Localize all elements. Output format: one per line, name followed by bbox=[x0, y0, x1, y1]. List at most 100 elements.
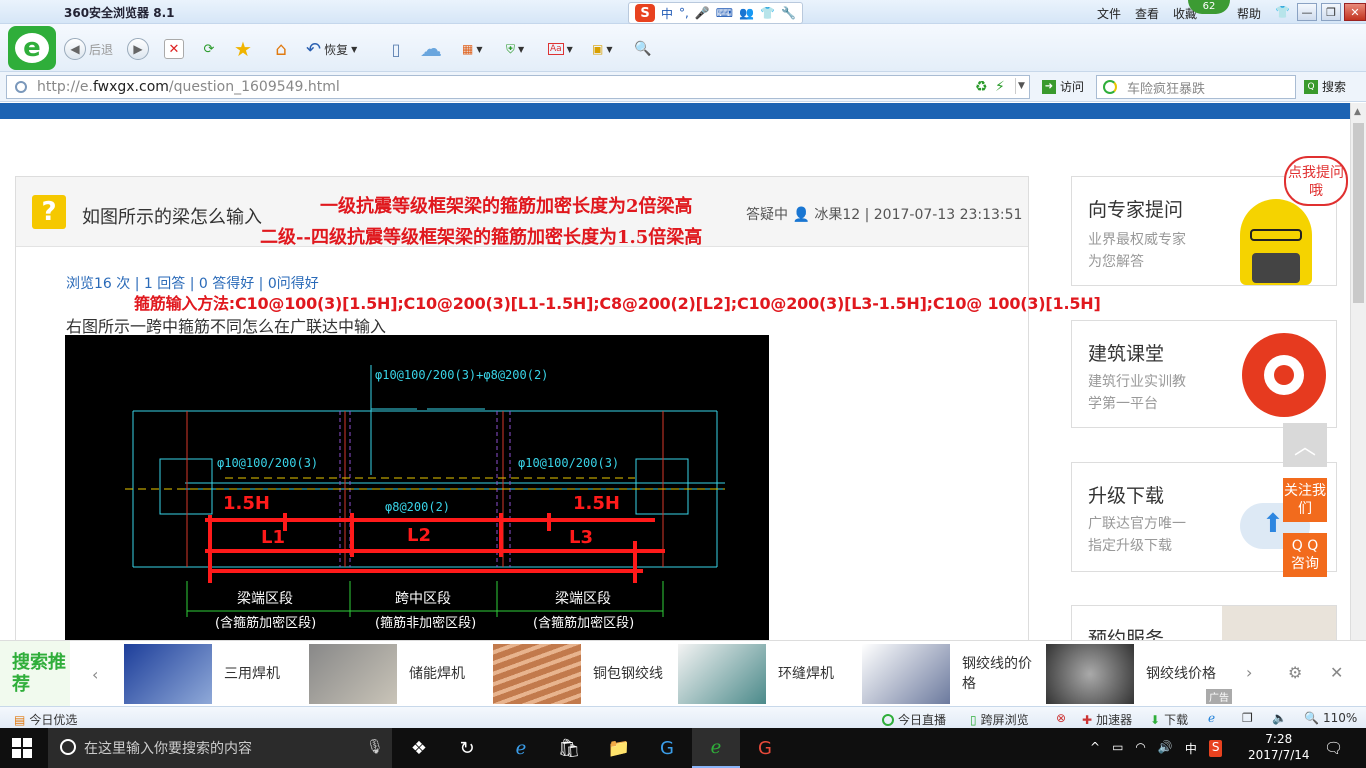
file-explorer-icon[interactable]: 📁 bbox=[595, 728, 643, 768]
find-button[interactable]: 🔍 bbox=[634, 38, 651, 60]
scroll-thumb[interactable] bbox=[1353, 123, 1364, 303]
search-placeholder: 车险疯狂暴跌 bbox=[1127, 81, 1206, 97]
recommend-thumb bbox=[309, 644, 397, 704]
windows-start-icon[interactable] bbox=[12, 738, 32, 758]
search-input[interactable]: 车险疯狂暴跌 bbox=[1096, 75, 1296, 99]
sogou-icon[interactable]: S bbox=[635, 4, 655, 22]
close-button[interactable]: ✕ bbox=[1344, 3, 1366, 21]
glodon-app-2-icon[interactable]: G bbox=[741, 728, 789, 768]
recommend-item[interactable]: 环缝焊机 bbox=[678, 641, 848, 707]
recommend-item[interactable]: 铜包钢绞线 bbox=[493, 641, 663, 707]
back-button[interactable]: ◀ 后退 bbox=[64, 38, 113, 60]
ask-bubble-text: 点我提问哦 bbox=[1288, 165, 1344, 199]
prev-arrow-icon[interactable]: ‹ bbox=[92, 665, 98, 684]
qq-consult-button[interactable]: Q Q 咨询 bbox=[1283, 533, 1327, 577]
next-arrow-icon[interactable]: › bbox=[1246, 663, 1252, 682]
stop-button[interactable]: ✕ bbox=[164, 38, 184, 60]
close-icon[interactable]: ✕ bbox=[1330, 663, 1343, 682]
screenshot-button[interactable]: ▣ ▼ bbox=[592, 38, 613, 60]
address-bar[interactable]: http://e. fwxgx.com/question_1609549.html… bbox=[6, 75, 1030, 99]
ime-mode[interactable]: 中 bbox=[661, 5, 673, 22]
today-live[interactable]: 今日直播 bbox=[882, 711, 946, 728]
settings-icon[interactable]: ⚙ bbox=[1288, 663, 1302, 682]
translate-button[interactable]: Aa ▼ bbox=[548, 38, 573, 60]
menu-help[interactable]: 帮助 bbox=[1237, 5, 1261, 22]
favorite-button[interactable]: ★ bbox=[233, 37, 253, 61]
class-desc-1: 建筑行业实训教 bbox=[1088, 374, 1186, 390]
class-card[interactable]: 建筑课堂 建筑行业实训教 学第一平台 bbox=[1071, 320, 1337, 428]
menu-file[interactable]: 文件 bbox=[1097, 5, 1121, 22]
zoom-level: 110% bbox=[1322, 711, 1358, 725]
phone-button[interactable]: ▯ bbox=[386, 38, 406, 60]
back-to-top-button[interactable]: ︿ bbox=[1283, 423, 1327, 467]
edge-browser-icon[interactable]: ℯ bbox=[497, 728, 545, 768]
visit-label: 访问 bbox=[1060, 80, 1085, 94]
upgrade-desc-2: 指定升级下载 bbox=[1088, 538, 1172, 554]
download[interactable]: ⬇ 下载 bbox=[1150, 711, 1188, 728]
cloud-button[interactable]: ☁ bbox=[416, 37, 446, 62]
recommend-item[interactable]: 三用焊机 bbox=[124, 641, 294, 707]
security-button[interactable]: ⛨ ▼ bbox=[506, 38, 524, 60]
ask-bubble[interactable]: 点我提问哦 bbox=[1284, 156, 1348, 206]
chevron-up-icon[interactable]: ^ bbox=[1090, 740, 1100, 757]
lightning-icon[interactable]: ⚡ bbox=[995, 79, 1005, 95]
taskbar-clock[interactable]: 7:28 2017/7/14 bbox=[1248, 731, 1310, 763]
notification-center-icon[interactable]: 🗨 bbox=[1324, 739, 1343, 757]
ime-toolbar[interactable]: S 中 °, 🎤 ⌨ 👥 👕 🔧 bbox=[628, 2, 803, 24]
volume-tray-icon[interactable]: 🔊 bbox=[1158, 740, 1173, 757]
window-icon[interactable]: ❐ bbox=[1242, 711, 1253, 725]
menu-view[interactable]: 查看 bbox=[1135, 5, 1159, 22]
edge-swirl-icon[interactable]: ↻ bbox=[443, 728, 491, 768]
volume-icon[interactable]: 🔈 bbox=[1272, 711, 1287, 725]
refresh-button[interactable]: ⟳ bbox=[199, 38, 219, 60]
microphone-icon[interactable]: 🎙 bbox=[366, 739, 384, 755]
minimize-button[interactable]: — bbox=[1297, 3, 1317, 21]
block-icon: ⊗ bbox=[1056, 711, 1067, 725]
taskbar-search-box[interactable]: 在这里输入你要搜索的内容 🎙 bbox=[48, 728, 392, 768]
wifi-icon[interactable]: ◠ bbox=[1135, 740, 1145, 757]
keyboard-icon[interactable]: ⌨ bbox=[716, 6, 733, 20]
status-block-icon[interactable]: ⊗ bbox=[1056, 711, 1066, 725]
store-icon[interactable]: 🛍 bbox=[545, 728, 593, 768]
glodon-app-icon[interactable]: G bbox=[643, 728, 691, 768]
recommend-item[interactable]: 储能焊机 bbox=[309, 641, 479, 707]
wrench-icon[interactable]: 🔧 bbox=[781, 6, 796, 20]
forward-button[interactable]: ▶ bbox=[127, 38, 149, 60]
zoom-control[interactable]: 🔍 110% bbox=[1304, 711, 1357, 725]
booking-card[interactable]: 预约服务 bbox=[1071, 605, 1337, 640]
shirt-icon[interactable]: 👕 bbox=[760, 6, 775, 20]
user-icon[interactable]: 👥 bbox=[739, 6, 754, 20]
search-engine-icon[interactable] bbox=[1103, 80, 1117, 94]
ime-indicator[interactable]: 中 bbox=[1185, 740, 1197, 757]
recommend-text: 储能焊机 bbox=[409, 666, 465, 682]
ime-punct[interactable]: °, bbox=[679, 6, 689, 20]
mic-icon[interactable]: 🎤 bbox=[695, 6, 710, 20]
360-browser-taskbar-icon[interactable]: ℯ bbox=[692, 728, 740, 768]
accelerator[interactable]: ✚ 加速器 bbox=[1082, 711, 1132, 728]
history-dropdown-icon[interactable]: ▼ bbox=[1015, 78, 1027, 94]
scroll-up-icon[interactable]: ▲ bbox=[1354, 107, 1361, 117]
ie-icon[interactable]: ℯ bbox=[1208, 711, 1215, 725]
upgrade-desc-1: 广联达官方唯一 bbox=[1088, 516, 1186, 532]
cross-screen[interactable]: ▯ 跨屏浏览 bbox=[970, 711, 1029, 728]
network-device-icon[interactable]: ▭ bbox=[1112, 740, 1123, 757]
task-view-icon[interactable]: ❖ bbox=[395, 728, 443, 768]
recycle-icon[interactable]: ♻ bbox=[975, 79, 988, 95]
home-button[interactable]: ⌂ bbox=[271, 38, 291, 60]
sogou-tray-icon[interactable]: S bbox=[1208, 740, 1223, 757]
restore-button[interactable]: ↶ 恢复 ▼ bbox=[306, 38, 357, 60]
recommend-item[interactable]: 钢绞线价格 bbox=[1046, 641, 1216, 707]
visit-button[interactable]: ➜ 访问 bbox=[1042, 78, 1084, 95]
apps-button[interactable]: ▦ ▼ bbox=[462, 38, 483, 60]
page-scrollbar[interactable]: ▲ bbox=[1350, 103, 1366, 640]
notification-badge[interactable]: 62 bbox=[1188, 0, 1230, 14]
download-label: 下载 bbox=[1164, 713, 1189, 727]
recommend-item[interactable]: 钢绞线的价格 bbox=[862, 641, 1032, 707]
today-picks[interactable]: ▤ 今日优选 bbox=[14, 711, 77, 728]
chevron-down-icon: ▼ bbox=[351, 44, 358, 54]
maximize-button[interactable]: ❐ bbox=[1321, 3, 1341, 21]
search-button[interactable]: Q 搜索 bbox=[1304, 78, 1346, 95]
follow-us-button[interactable]: 关注我们 bbox=[1283, 478, 1327, 522]
skin-icon[interactable]: 👕 bbox=[1275, 5, 1290, 22]
browser-logo[interactable]: e bbox=[8, 26, 56, 70]
